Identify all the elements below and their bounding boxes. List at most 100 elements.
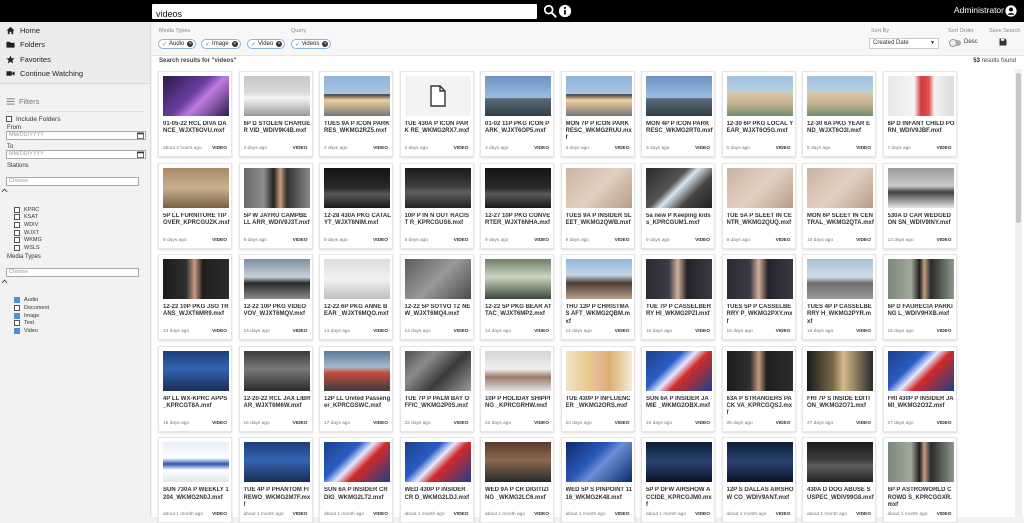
result-card[interactable]: 10P P IN N OUT RACIST R_KPRCGUS6.mxf 8 da…: [399, 162, 474, 249]
result-thumbnail[interactable]: [646, 167, 712, 208]
calendar-icon[interactable]: [137, 151, 144, 158]
result-thumbnail[interactable]: [404, 259, 471, 300]
media-type-option[interactable]: Audio: [14, 297, 150, 305]
user-avatar-icon[interactable]: [1005, 5, 1017, 17]
result-card[interactable]: TUES 9A P ICON PARK RES_WKMG2RZ5.mxf 2 da…: [319, 71, 393, 157]
result-thumbnail[interactable]: [324, 442, 390, 483]
result-thumbnail[interactable]: [565, 350, 632, 391]
nav-item-home[interactable]: Home: [0, 23, 150, 38]
result-card[interactable]: 63A P STRANGERS PACK VA_KPRCGQSJ.mxf 25 d…: [721, 345, 796, 432]
result-title[interactable]: 430A D DOG ABUSE SUSPEC_WDIV99G8.mxf: [807, 487, 874, 501]
checkbox-box[interactable]: [14, 221, 20, 228]
result-thumbnail[interactable]: [646, 259, 712, 300]
from-date-input[interactable]: MM/DD/YYYY: [6, 131, 146, 140]
result-card[interactable]: 12-30 6A PKG YEAR END_WJXT6O3I.mxf 5 days…: [802, 71, 876, 157]
info-icon[interactable]: [558, 4, 572, 18]
result-card[interactable]: 12-22 10P PKG JSO TRANS_WJXT6MR9.mxf 13 d…: [158, 254, 232, 341]
result-thumbnail[interactable]: [807, 167, 873, 208]
result-card[interactable]: 6P D STOLEN CHARGER VID_WDIV9K4B.mxf 2 da…: [238, 71, 313, 157]
checkbox-box[interactable]: [14, 312, 20, 319]
result-thumbnail[interactable]: [324, 167, 390, 208]
result-thumbnail[interactable]: [807, 259, 873, 300]
result-title[interactable]: 12-30 6A PKG YEAR END_WJXT6O3I.mxf: [807, 121, 874, 135]
result-title[interactable]: TUE 7P P PALM BAY OFFIC_WKMG2P0S.mxf: [405, 396, 472, 410]
result-title[interactable]: 12-27 10P PKG CONVERTER_WJXT6NHA.mxf: [485, 213, 552, 227]
result-card[interactable]: 5P LL FURNITURE TIPOVER_KPRCGUZK.mxf 8 da…: [158, 162, 232, 249]
result-title[interactable]: FRI 430P P INSIDER JAMI_WKMG2O3Z.mxf: [888, 396, 955, 410]
result-thumbnail[interactable]: [163, 76, 229, 116]
result-thumbnail[interactable]: [485, 167, 551, 208]
result-title[interactable]: TUES 9A P ICON PARK RES_WKMG2RZ5.mxf: [324, 121, 391, 135]
result-title[interactable]: 6P D FAURECIA PARKING L_WDIV9HXB.mxf: [888, 304, 955, 318]
include-folders-checkbox[interactable]: Include Folders: [6, 115, 150, 123]
result-thumbnail[interactable]: [243, 167, 310, 208]
result-thumbnail[interactable]: [807, 76, 873, 116]
result-title[interactable]: 5P LL FURNITURE TIPOVER_KPRCGUZK.mxf: [163, 213, 230, 227]
chip-query[interactable]: ✓ videos ×: [291, 39, 332, 49]
result-card[interactable]: TUES 9A P INSIDER SLEET_WKMG2QWB.mxf 9 da…: [560, 162, 635, 249]
result-thumbnail[interactable]: [565, 442, 632, 483]
media-type-option[interactable]: Text: [14, 319, 150, 327]
result-title[interactable]: 12-22 5P SOTVO TZ NEW_WJXT6MQ4.mxf: [405, 304, 472, 318]
stations-select[interactable]: Choose: [6, 177, 139, 186]
checkbox-box[interactable]: [14, 206, 20, 213]
chip-video[interactable]: ✓ Video ×: [247, 39, 286, 49]
result-card[interactable]: MON 4P P ICON PARK RESC_WKMG2RT0.mxf 3 da…: [641, 71, 715, 157]
result-thumbnail[interactable]: [565, 167, 632, 208]
result-card[interactable]: TUE 7P P PALM BAY OFFIC_WKMG2P0S.mxf 22 d…: [399, 345, 474, 432]
result-title[interactable]: TUES 5P P CASSELBERRY P_WKMG2PXY.mxf: [727, 304, 794, 326]
result-card[interactable]: 6P D FAURECIA PARKING L_WDIV9HXB.mxf 16 d…: [882, 254, 957, 341]
station-option[interactable]: KPRC: [14, 206, 150, 214]
result-title[interactable]: SUN 6A P INSIDER CR DIG_WKMG2LT2.mxf: [324, 487, 391, 501]
chevron-up-icon[interactable]: [1, 187, 8, 194]
result-title[interactable]: 12-22 10P PKG VIDEO VOV_WJXT6MQV.mxf: [244, 304, 311, 318]
result-card[interactable]: 01-02 11P PKG ICON PARK_WJXT6OP5.mxf 3 da…: [480, 71, 554, 157]
nav-item-favorites[interactable]: Favorites: [0, 52, 150, 67]
result-thumbnail[interactable]: [404, 442, 471, 483]
result-card[interactable]: WED 5P S PINPOINT 1116_WKMG2K48.mxf about…: [560, 437, 635, 523]
checkbox-box[interactable]: [6, 116, 12, 122]
result-card[interactable]: 10P P HOLIDAY SHIPPING _KPRCGRHW.mxf 22 d…: [480, 345, 554, 432]
result-card[interactable]: TUE 430P P INFLUENCER _WKMG2ORS.mxf 23 da…: [560, 345, 635, 432]
chip-image[interactable]: ✓ Image ×: [201, 39, 241, 49]
result-card[interactable]: 5P P DFW AIRSHOW ACCIDE_KPRCGJM0.mxf abou…: [641, 437, 715, 523]
result-title[interactable]: 6P D STOLEN CHARGER VID_WDIV9K4B.mxf: [244, 121, 311, 135]
result-thumbnail[interactable]: [646, 350, 712, 391]
result-thumbnail[interactable]: [646, 76, 712, 116]
result-thumbnail[interactable]: [324, 76, 390, 116]
result-title[interactable]: 4P LL WX-KPRC APPS_KPRCGT8A.mxf: [163, 396, 230, 410]
checkbox-box[interactable]: [14, 214, 20, 221]
result-card[interactable]: 12-28 430A PKG CATALYT_WJXT6NIM.mxf 8 day…: [319, 162, 393, 249]
result-title[interactable]: SUN 6A P INSIDER JAMIE _WKMG2OBX.mxf: [646, 396, 713, 410]
result-card[interactable]: 12-20-22 RCL JAX LIBRAR_WJXT6M6W.mxf 16 d…: [238, 345, 313, 432]
result-thumbnail[interactable]: [565, 76, 632, 116]
result-title[interactable]: FRI 7P S INSIDE EDITION_WKMG2O71.mxf: [807, 396, 874, 410]
result-card[interactable]: 12P LL United Passenger_KPRCGSWC.mxf 17 d…: [319, 345, 393, 432]
result-title[interactable]: TUE 430A P ICON PARK RE_WKMG2RX7.mxf: [405, 121, 472, 135]
search-icon[interactable]: [543, 4, 557, 18]
result-card[interactable]: MON 6P SLEET IN CENTRAL_WKMG2QTA.mxf 10 d…: [802, 162, 876, 249]
result-card[interactable]: 530A D CAR WEDGED ON SN_WDIV9INY.mxf 13 d…: [882, 162, 957, 249]
result-title[interactable]: TUES 9A P INSIDER SLEET_WKMG2QWB.mxf: [566, 213, 633, 227]
result-title[interactable]: 6P D INFANT CHILD PORN_WDIV9JBF.mxf: [888, 121, 955, 135]
search-box[interactable]: [152, 4, 537, 22]
result-card[interactable]: TUE 4P P PHANTOM FIREWO_WKMG2M7F.mxf abou…: [238, 437, 313, 523]
sort-order-toggle[interactable]: [949, 39, 961, 47]
result-title[interactable]: 12-22 6P PKG ANNE BEAR _WJXT6MQO.mxf: [324, 304, 391, 318]
result-thumbnail[interactable]: [726, 167, 793, 208]
result-title[interactable]: 5a new P Keeping kids s_KPRCGUM1.mxf: [646, 213, 713, 227]
result-thumbnail[interactable]: [163, 167, 229, 208]
sort-by-select[interactable]: Created Date ▼: [869, 38, 939, 49]
result-card[interactable]: 5a new P Keeping kids s_KPRCGUM1.mxf 9 da…: [641, 162, 715, 249]
result-title[interactable]: WED 9A P CR DIGITIZING _WKMG2LC6.mxf: [485, 487, 552, 501]
result-card[interactable]: WED 430P P INSIDER CR D_WKMG2LDJ.mxf abou…: [399, 437, 474, 523]
result-card[interactable]: TUE 430A P ICON PARK RE_WKMG2RX7.mxf 2 da…: [399, 71, 474, 157]
result-thumbnail[interactable]: [485, 350, 551, 391]
station-option[interactable]: WSLS: [14, 244, 150, 252]
result-thumbnail[interactable]: [163, 350, 229, 391]
result-thumbnail[interactable]: [404, 76, 471, 116]
result-card[interactable]: TUE 5A P SLEET IN CENTR_WKMG2QUQ.mxf 9 da…: [721, 162, 796, 249]
result-title[interactable]: MON 4P P ICON PARK RESC_WKMG2RT0.mxf: [646, 121, 713, 135]
result-title[interactable]: MON 7P P ICON PARK RESC_WKMG2RUU.mxf: [566, 121, 633, 143]
result-title[interactable]: 5P P DFW AIRSHOW ACCIDE_KPRCGJM0.mxf: [646, 487, 713, 509]
